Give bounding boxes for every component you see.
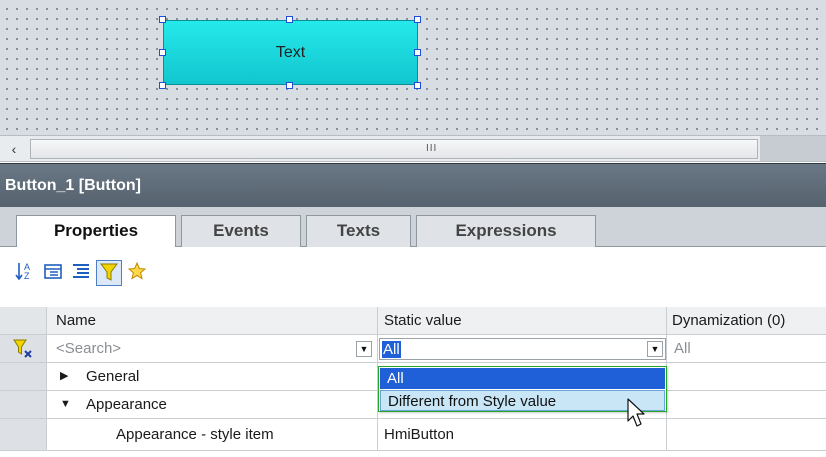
static-value-filter-value: All <box>382 341 401 358</box>
column-divider[interactable] <box>666 307 667 334</box>
tab-events[interactable]: Events <box>181 215 301 247</box>
column-divider <box>377 419 378 450</box>
mouse-pointer-icon <box>627 398 645 427</box>
resize-handle-top-right[interactable] <box>414 16 421 23</box>
scrollbar-grip-icon: III <box>426 143 438 154</box>
name-search-input[interactable]: <Search> <box>56 335 121 362</box>
resize-handle-top-left[interactable] <box>159 16 166 23</box>
editor-canvas[interactable]: Text <box>0 0 826 135</box>
column-divider <box>377 335 378 362</box>
resize-handle-bottom-left[interactable] <box>159 82 166 89</box>
column-header-static-value[interactable]: Static value <box>384 307 462 334</box>
filter-icon[interactable] <box>96 260 122 286</box>
column-header-dynamization[interactable]: Dynamization (0) <box>672 307 785 334</box>
row-gutter <box>0 335 47 362</box>
dynamization-filter-value[interactable]: All <box>674 335 691 362</box>
horizontal-scrollbar[interactable]: ‹ III <box>0 135 826 162</box>
resize-handle-bottom-right[interactable] <box>414 82 421 89</box>
tab-properties[interactable]: Properties <box>16 215 176 248</box>
scrollbar-thumb[interactable]: III <box>30 139 758 159</box>
column-divider <box>666 335 667 362</box>
column-divider[interactable] <box>377 307 378 334</box>
row-gutter <box>0 307 47 334</box>
static-value-dropdown-arrow-icon[interactable]: ▼ <box>647 341 663 357</box>
column-divider <box>666 419 667 450</box>
inspector-tab-bar: Properties Events Texts Expressions <box>0 207 826 248</box>
column-header-name[interactable]: Name <box>56 307 96 334</box>
property-name: General <box>86 368 140 385</box>
resize-handle-bottom[interactable] <box>286 82 293 89</box>
tab-texts[interactable]: Texts <box>306 215 411 247</box>
resize-handle-left[interactable] <box>159 49 166 56</box>
svg-text:Z: Z <box>24 271 30 281</box>
favorites-icon[interactable] <box>124 260 150 286</box>
property-name: Appearance - style item <box>116 426 274 443</box>
row-gutter <box>0 391 47 418</box>
group-icon[interactable] <box>40 260 66 286</box>
dropdown-option-different-from-style[interactable]: Different from Style value <box>380 390 665 411</box>
sort-az-icon[interactable]: A Z <box>12 260 38 286</box>
property-name: Appearance <box>86 396 167 413</box>
grid-filter-row: <Search> ▼ All ▼ All <box>0 335 826 363</box>
row-gutter <box>0 419 47 450</box>
dropdown-option-all[interactable]: All <box>380 368 665 389</box>
hmi-button-text: Text <box>275 43 306 61</box>
scroll-left-arrow-icon[interactable]: ‹ <box>3 139 25 159</box>
properties-toolbar: A Z <box>0 247 826 307</box>
collapse-arrow-icon[interactable]: ▼ <box>60 391 71 418</box>
grid-row-style-item[interactable]: Appearance - style item HmiButton <box>0 419 826 451</box>
grid-header-row: Name Static value Dynamization (0) <box>0 307 826 335</box>
list-icon[interactable] <box>68 260 94 286</box>
inspector-title: Button_1 [Button] <box>0 163 826 207</box>
static-value-filter-select[interactable]: All ▼ <box>379 338 666 360</box>
resize-handle-top[interactable] <box>286 16 293 23</box>
static-value-dropdown-list: All Different from Style value <box>378 366 667 412</box>
expand-arrow-icon[interactable]: ▶ <box>60 363 68 390</box>
row-gutter <box>0 363 47 390</box>
resize-handle-right[interactable] <box>414 49 421 56</box>
tab-expressions[interactable]: Expressions <box>416 215 596 247</box>
property-static-value[interactable]: HmiButton <box>384 419 454 450</box>
clear-filter-icon[interactable] <box>12 338 34 360</box>
hmi-button-object[interactable]: Text <box>163 20 418 85</box>
scrollbar-corner <box>760 136 826 161</box>
name-filter-dropdown-arrow-icon[interactable]: ▼ <box>356 341 372 357</box>
